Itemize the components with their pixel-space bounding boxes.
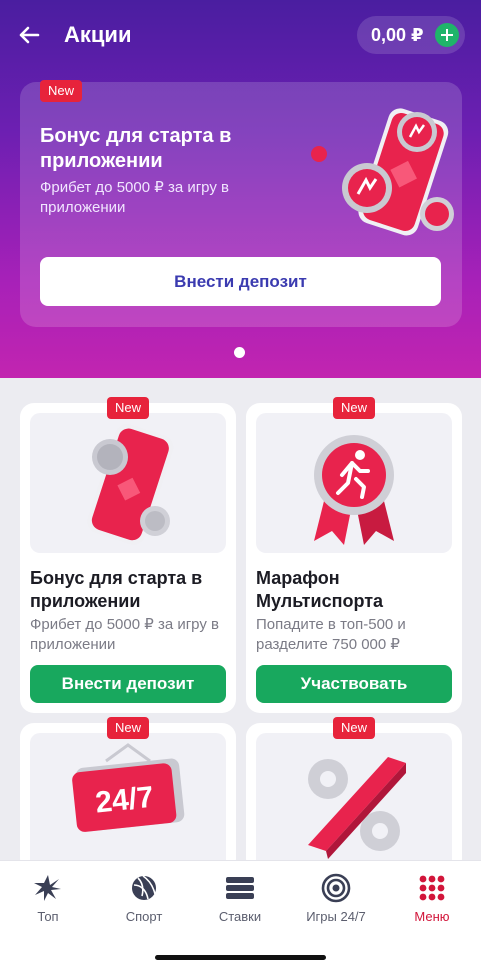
tab-sport[interactable]: Спорт [96,873,192,929]
promo-card[interactable]: 24/7 New [20,717,236,873]
sign-247-illustration: 24/7 [72,743,185,832]
new-badge: New [107,397,150,419]
coupon-icon [226,877,254,899]
card-image: 24/7 [30,733,226,873]
promo-card[interactable]: New [246,717,462,873]
tab-menu[interactable]: Меню [384,873,480,929]
card-image [256,733,452,873]
medal-runner-illustration [314,435,394,545]
new-badge: New [333,397,376,419]
balance-button[interactable]: 0,00 ₽ [357,16,465,54]
phone-coins-illustration [87,424,174,545]
card-image [256,413,452,553]
promo-card[interactable]: New Бонус для старта в приложении Фрибет… [20,397,236,713]
deposit-button[interactable]: Внести депозит [30,665,226,703]
balance-value: 0,00 ₽ [371,25,424,45]
promo-card[interactable]: New Марафон Мультиспорта Попадите в топ-… [246,397,462,713]
phone-coins-illustration [311,108,454,236]
target-icon [321,873,351,903]
tab-label: Спорт [125,909,163,924]
promo-title: Бонус для старта в приложении [40,125,232,172]
new-badge: New [40,80,83,102]
tab-games[interactable]: Игры 24/7 [288,873,384,929]
top-bar: Акции 0,00 ₽ [0,0,481,70]
tab-label: Игры 24/7 [306,909,366,924]
plus-icon[interactable] [435,23,459,47]
tab-label: Ставки [218,909,262,924]
tab-label: Меню [414,909,450,924]
home-indicator[interactable] [155,955,326,960]
carousel-dot[interactable] [234,347,245,358]
tab-label: Топ [37,909,59,924]
star-burst-icon [34,875,61,901]
card-title: Марафон Мультиспорта [256,568,384,611]
card-subtitle: Попадите в топ-500 и разделите 750 000 ₽ [256,616,406,653]
promo-deposit-button[interactable]: Внести депозит [40,257,441,306]
new-badge: New [333,717,376,739]
percent-illustration [308,757,406,859]
new-badge: New [107,717,150,739]
page-title: Акции [64,22,132,47]
sign-text: 24/7 [94,781,156,820]
grid-dots-icon [419,875,445,901]
card-title: Бонус для старта в приложении [30,568,203,611]
back-arrow-icon[interactable] [14,20,44,50]
tab-bets[interactable]: Ставки [192,873,288,929]
promo-banner-card[interactable]: New Бонус для старта в приложении Фрибет… [20,80,462,327]
ball-icon [132,875,156,900]
promo-subtitle: Фрибет до 5000 ₽ за игру в приложении [40,179,229,216]
card-subtitle: Фрибет до 5000 ₽ за игру в приложении [30,616,219,653]
tab-top[interactable]: Топ [0,873,96,929]
participate-button[interactable]: Участвовать [256,665,452,703]
card-image [30,413,226,553]
